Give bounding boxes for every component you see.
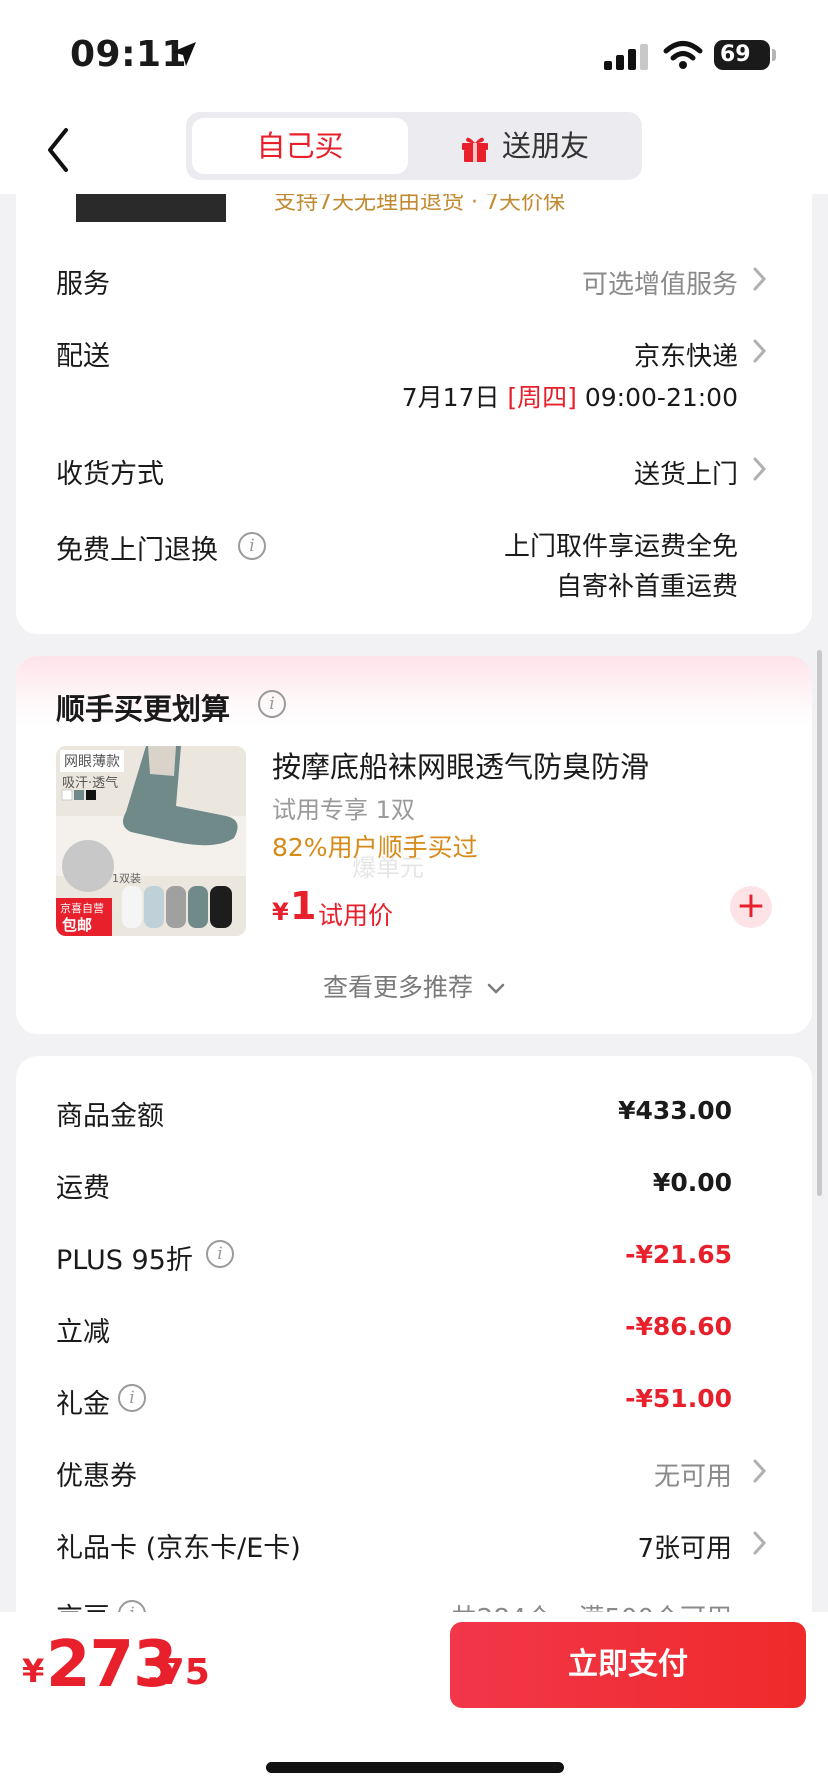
goods-amount-value: ¥433.00 [618,1096,732,1125]
service-value[interactable]: 可选增值服务 [582,264,738,301]
delivery-value[interactable]: 京东快递 [634,336,738,373]
plus-discount-value: -¥21.65 [625,1240,732,1269]
product-image [76,194,226,222]
info-icon[interactable]: i [206,1240,234,1268]
chevron-right-icon[interactable] [752,1458,768,1484]
gift-money-label: 礼金 [56,1389,110,1420]
home-indicator[interactable] [266,1762,564,1773]
sock-tag-breathable: 吸汗·透气 [62,776,119,791]
gift-card-label: 礼品卡 (京东卡/E卡) [56,1533,301,1564]
service-label: 服务 [56,269,110,300]
battery-icon: 69 [714,40,770,70]
total-currency: ¥ [22,1652,45,1690]
chevron-right-icon[interactable] [752,338,768,364]
pay-now-button[interactable]: 立即支付 [450,1622,806,1708]
plus-discount-label: PLUS 95折 [56,1245,193,1276]
recommend-product-name[interactable]: 按摩底船袜网眼透气防臭防滑 [272,744,649,786]
battery-tip [772,49,776,61]
gift-icon [462,137,488,162]
scrollbar[interactable] [817,650,822,1196]
delivery-weekday: [周四] [507,383,577,412]
info-icon[interactable]: i [258,690,286,718]
chevron-down-icon[interactable] [487,983,505,995]
sock-badge-freeship: 包邮 [62,916,93,934]
more-recommendations-label[interactable]: 查看更多推荐 [323,973,473,1002]
sock-count-tag: 1双装 [112,872,141,885]
chevron-right-icon[interactable] [752,1530,768,1556]
instant-discount-value: -¥86.60 [625,1312,732,1341]
coupon-value[interactable]: 无可用 [654,1456,732,1493]
sock-tag-mesh: 网眼薄款 [60,750,124,772]
gift-money-value: -¥51.00 [625,1384,732,1413]
delivery-slot: 09:00-21:00 [584,383,738,412]
recommend-price-currency: ¥ [272,898,289,926]
receive-method-value[interactable]: 送货上门 [634,454,738,491]
more-recommendations-link[interactable]: 查看更多推荐 [0,968,828,1004]
coupon-label: 优惠券 [56,1461,137,1492]
instant-discount-label: 立减 [56,1317,110,1348]
tab-self-buy-label[interactable]: 自己买 [192,118,408,174]
recommend-product-sub: 试用专享 1双 [272,796,415,824]
info-icon[interactable]: i [118,1384,146,1412]
goods-amount-label: 商品金额 [56,1101,164,1132]
chevron-right-icon[interactable] [752,456,768,482]
delivery-time: 7月17日 [周四] 09:00-21:00 [402,378,738,414]
back-arrow-icon[interactable] [40,124,80,176]
free-return-line2: 自寄补首重运费 [555,572,738,602]
recommendation-title: 顺手买更划算 [56,692,231,726]
gift-card-value[interactable]: 7张可用 [637,1528,732,1565]
shipping-label: 运费 [56,1173,110,1204]
shipping-value: ¥0.00 [652,1168,732,1197]
receive-method-label: 收货方式 [56,459,164,490]
tab-send-friend-label[interactable]: 送朋友 [502,118,589,174]
delivery-label: 配送 [56,341,110,372]
recommend-price: 1 [290,884,317,928]
wifi-icon [663,41,703,69]
total-price-decimal: .75 [146,1652,210,1693]
free-return-label: 免费上门退换 [56,535,218,566]
add-to-order-button[interactable]: + [730,886,772,928]
info-icon[interactable]: i [238,532,266,560]
sock-product-image[interactable]: 网眼薄款 吸汗·透气 1双装 京喜自营 包邮 [56,746,246,936]
location-arrow-icon [172,42,196,66]
chevron-right-icon[interactable] [752,266,768,292]
signal-icon [604,44,648,70]
watermark-text: 爆单元 [352,854,424,882]
recommend-price-label: 试用价 [318,901,394,930]
delivery-date: 7月17日 [401,383,500,412]
free-return-line1: 上门取件享运费全免 [503,532,738,562]
